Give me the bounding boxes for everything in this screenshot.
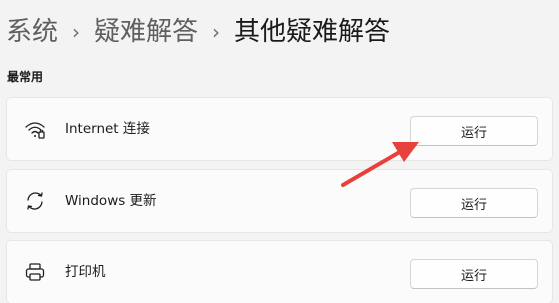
- troubleshooter-label: Internet 连接: [65, 121, 150, 137]
- windows-update-icon: [23, 189, 47, 213]
- wifi-icon: [23, 117, 47, 141]
- run-internet-button[interactable]: 运行: [410, 116, 538, 146]
- breadcrumb-troubleshoot[interactable]: 疑难解答: [94, 12, 198, 52]
- chevron-right-icon: ›: [72, 20, 81, 44]
- page-title: 其他疑难解答: [234, 17, 391, 47]
- run-windows-update-button[interactable]: 运行: [410, 188, 538, 218]
- breadcrumb-system[interactable]: 系统: [6, 12, 58, 52]
- section-title-most-used: 最常用: [7, 70, 44, 84]
- troubleshooter-label: 打印机: [65, 264, 106, 280]
- troubleshooter-card-internet: Internet 连接 运行: [6, 97, 553, 161]
- run-printer-button[interactable]: 运行: [410, 259, 538, 289]
- breadcrumb: 系统 › 疑难解答 › 其他疑难解答: [6, 12, 390, 52]
- troubleshooter-card-windows-update: Windows 更新 运行: [6, 169, 553, 233]
- troubleshooter-label: Windows 更新: [65, 193, 157, 209]
- printer-icon: [23, 260, 47, 284]
- troubleshooter-card-printer: 打印机 运行: [6, 240, 553, 303]
- chevron-right-icon: ›: [212, 20, 221, 44]
